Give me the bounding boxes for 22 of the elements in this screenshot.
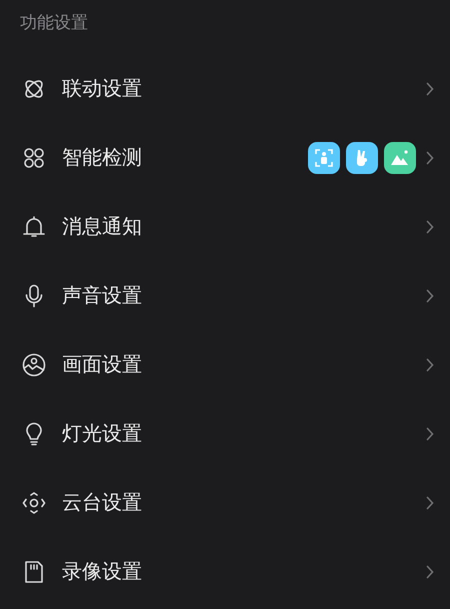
chevron-icon xyxy=(426,150,434,164)
chevron-icon xyxy=(426,288,434,302)
chevron-icon xyxy=(426,564,434,578)
settings-item[interactable]: 智能检测 xyxy=(0,123,450,192)
settings-item[interactable]: 灯光设置 xyxy=(0,399,450,468)
chevron-icon xyxy=(426,496,434,510)
pan-tilt-icon xyxy=(22,490,46,514)
chevron-icon xyxy=(426,82,434,96)
chevron-icon xyxy=(426,426,434,440)
image-icon xyxy=(22,352,46,376)
settings-item[interactable]: 云台设置 xyxy=(0,468,450,537)
section-title: 功能设置 xyxy=(20,12,88,34)
memory-card-icon xyxy=(22,560,46,584)
grid-icon xyxy=(22,146,46,170)
settings-item[interactable]: 消息通知 xyxy=(0,192,450,261)
chevron-icon xyxy=(426,220,434,234)
settings-item[interactable]: 画面设置 xyxy=(0,330,450,399)
settings-item[interactable]: 录像设置 xyxy=(0,537,450,606)
settings-item[interactable]: 声音设置 xyxy=(0,261,450,330)
settings-item[interactable]: 联动设置 xyxy=(0,54,450,123)
bell-icon xyxy=(22,214,46,238)
chevron-icon xyxy=(426,358,434,372)
